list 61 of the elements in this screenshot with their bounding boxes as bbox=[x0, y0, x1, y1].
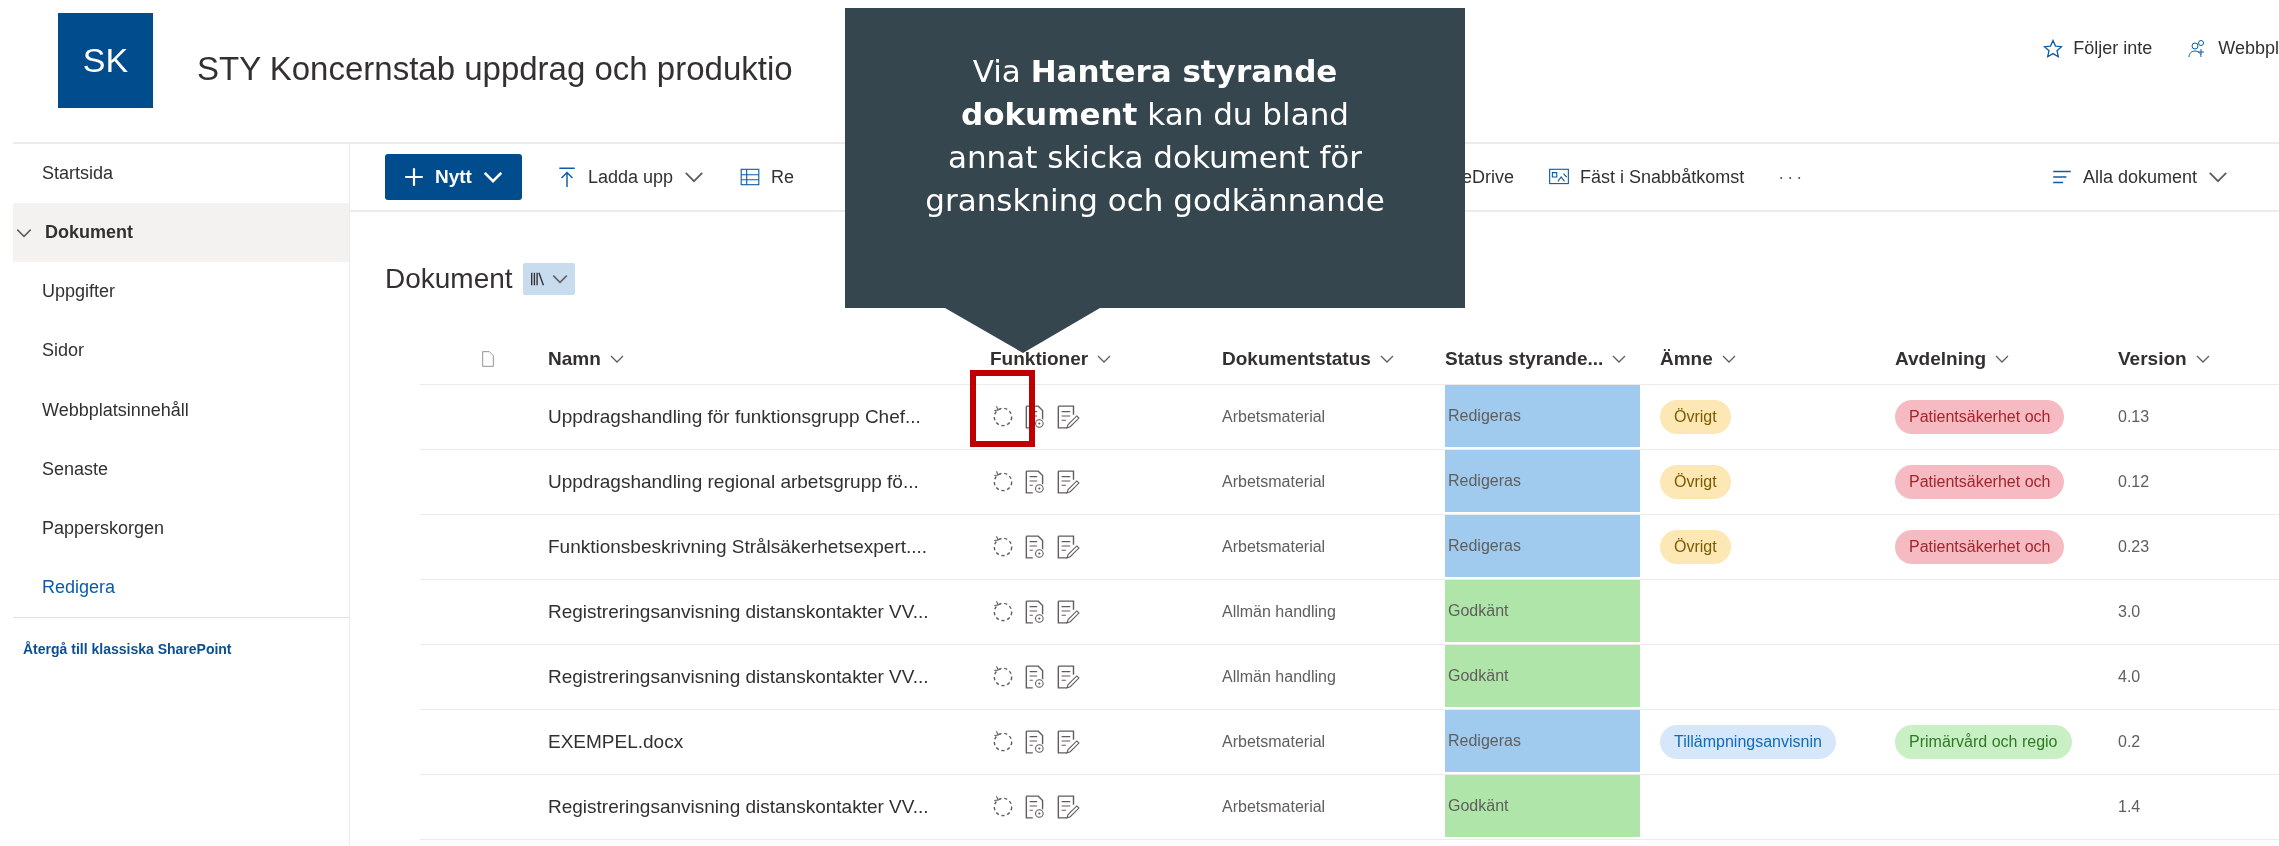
plus-icon bbox=[403, 166, 425, 188]
star-icon bbox=[2043, 38, 2064, 59]
department-tag: Patientsäkerhet och bbox=[1895, 465, 2065, 499]
column-header[interactable]: Dokumentstatus bbox=[1222, 334, 1445, 385]
department-tag: Patientsäkerhet och bbox=[1895, 400, 2065, 434]
nav-item[interactable]: Papperskorgen bbox=[13, 498, 349, 558]
file-name[interactable]: Uppdragshandling regional arbetsgrupp fö... bbox=[548, 450, 990, 515]
nav-item[interactable]: Senaste bbox=[13, 439, 349, 499]
callout-text: Via Hantera styrande dokument kan du bland annat skicka dokument för granskning och godkännande bbox=[924, 52, 1386, 220]
nav-item[interactable]: Webbplatsinnehåll bbox=[13, 380, 349, 440]
nav-item[interactable]: Redigera bbox=[13, 557, 349, 617]
status-cell: Redigeras bbox=[1445, 450, 1640, 514]
table-cell: 3.0 bbox=[2118, 580, 2279, 645]
new-button[interactable]: Nytt bbox=[385, 154, 522, 200]
column-header[interactable]: Ämne bbox=[1660, 334, 1895, 385]
status-cell: Godkänt bbox=[1445, 645, 1640, 709]
status-cell: Redigeras bbox=[1445, 710, 1640, 774]
toolbar-button[interactable]: Fäst i Snabbåtkomst bbox=[1548, 166, 1745, 188]
file-name[interactable]: Funktionsbeskrivning Strålsäkerhetsexpert.... bbox=[548, 515, 990, 580]
view-selector[interactable]: Alla dokument bbox=[2050, 166, 2229, 188]
table-cell: 0.12 bbox=[2118, 450, 2279, 515]
department-tag: Patientsäkerhet och bbox=[1895, 530, 2065, 564]
toolbar-button[interactable]: Ladda upp bbox=[555, 166, 706, 188]
table-cell: 1.4 bbox=[2118, 775, 2279, 840]
site-logo[interactable]: SK bbox=[58, 13, 153, 108]
library-icon bbox=[528, 270, 547, 288]
subject-tag: Övrigt bbox=[1660, 400, 1731, 434]
file-name[interactable]: Registreringsanvisning distanskontakter VV... bbox=[548, 580, 990, 645]
site-access-button[interactable]: Webbpl bbox=[2188, 38, 2279, 59]
file-type-icon bbox=[480, 351, 496, 367]
column-header[interactable]: Version bbox=[2118, 334, 2279, 385]
table-cell: 4.0 bbox=[2118, 645, 2279, 710]
status-cell: Redigeras bbox=[1445, 515, 1640, 579]
toolbar-button[interactable]: Re bbox=[739, 166, 795, 188]
grid-icon bbox=[739, 166, 762, 188]
nav-item[interactable]: Uppgifter bbox=[13, 262, 349, 322]
file-name[interactable]: Uppdragshandling för funktionsgrupp Chef... bbox=[548, 385, 990, 450]
more-button[interactable]: ··· bbox=[1778, 166, 1806, 188]
nav-item[interactable]: Dokument bbox=[13, 203, 349, 263]
column-header[interactable]: Namn bbox=[548, 334, 990, 385]
nav-item[interactable]: Sidor bbox=[13, 321, 349, 381]
library-title: Dokument bbox=[385, 263, 513, 295]
status-cell: Redigeras bbox=[1445, 385, 1640, 449]
file-name[interactable]: Registreringsanvisning distanskontakter VV... bbox=[548, 645, 990, 710]
subject-tag: Tillämpningsanvisnin bbox=[1660, 725, 1836, 759]
nav-item[interactable]: Startsida bbox=[13, 144, 349, 204]
subject-tag: Övrigt bbox=[1660, 465, 1731, 499]
status-cell: Godkänt bbox=[1445, 580, 1640, 644]
table-cell: 0.13 bbox=[2118, 385, 2279, 450]
view-switch-button[interactable] bbox=[522, 263, 575, 295]
column-header[interactable]: Avdelning bbox=[1895, 334, 2118, 385]
table-cell: 0.23 bbox=[2118, 515, 2279, 580]
file-name[interactable]: Registreringsanvisning distanskontakter VV... bbox=[548, 775, 990, 840]
follow-button[interactable]: Följer inte bbox=[2043, 38, 2153, 59]
status-cell: Godkänt bbox=[1445, 775, 1640, 839]
table-cell: 0.2 bbox=[2118, 710, 2279, 775]
classic-link[interactable]: Återgå till klassiska SharePoint bbox=[23, 641, 232, 657]
site-title: STY Koncernstab uppdrag och produktio bbox=[197, 50, 793, 88]
department-tag: Primärvård och regio bbox=[1895, 725, 2072, 759]
file-name[interactable]: EXEMPEL.docx bbox=[548, 710, 990, 775]
subject-tag: Övrigt bbox=[1660, 530, 1731, 564]
